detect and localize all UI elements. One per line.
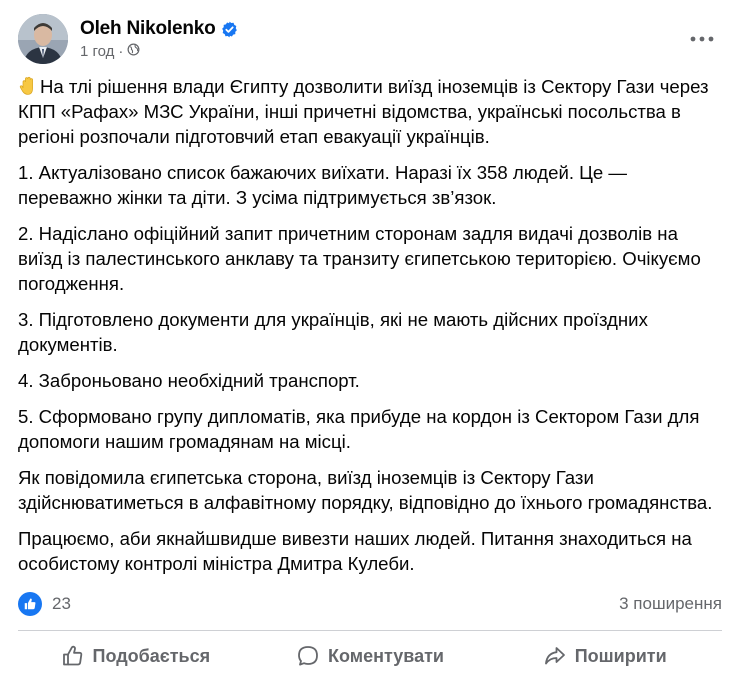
post-paragraph: Як повідомила єгипетська сторона, виїзд …: [18, 467, 713, 513]
post-paragraph: 2. Надіслано офіційний запит причетним с…: [18, 223, 701, 294]
more-options-button[interactable]: [684, 20, 720, 56]
share-button-label: Поширити: [574, 645, 667, 666]
comment-button-label: Коментувати: [328, 645, 444, 666]
like-button[interactable]: Подобається: [18, 636, 253, 676]
verified-badge-icon: [221, 21, 238, 38]
like-button-label: Подобається: [92, 645, 211, 666]
post-header: Oleh Nikolenko 1 год ·: [18, 14, 722, 66]
raised-hand-emoji: [18, 76, 38, 96]
share-icon: [543, 644, 567, 668]
like-reaction-icon[interactable]: [18, 592, 42, 616]
timestamp[interactable]: 1 год: [80, 43, 114, 60]
post-paragraph: 3. Підготовлено документи для українців,…: [18, 309, 648, 355]
post-paragraph: Працюємо, аби якнайшвидше вивезти наших …: [18, 528, 692, 574]
thumbs-up-icon: [61, 644, 85, 668]
more-options-icon: [690, 29, 714, 47]
post-body: На тлі рішення влади Єгипту дозволити ви…: [18, 74, 722, 587]
paragraph-text: На тлі рішення влади Єгипту дозволити ви…: [18, 76, 709, 147]
comment-icon: [296, 644, 320, 668]
facebook-post: Oleh Nikolenko 1 год · На тлі рішення вл…: [0, 0, 740, 678]
globe-icon[interactable]: [127, 43, 140, 60]
comment-button[interactable]: Коментувати: [253, 636, 488, 676]
post-paragraph: 1. Актуалізовано список бажаючих виїхати…: [18, 162, 628, 208]
share-count[interactable]: 3 поширення: [619, 594, 722, 614]
reactions-bar: 23 3 поширення: [18, 590, 722, 618]
post-paragraph: На тлі рішення влади Єгипту дозволити ви…: [18, 74, 722, 149]
action-bar: Подобається Коментувати Поширити: [18, 636, 722, 676]
post-meta: 1 год ·: [80, 43, 140, 60]
separator-dot: ·: [118, 43, 124, 60]
post-paragraph: 4. Заброньовано необхідний транспорт.: [18, 370, 360, 391]
share-button[interactable]: Поширити: [487, 636, 722, 676]
divider: [18, 630, 722, 631]
author-name-row: Oleh Nikolenko: [80, 18, 238, 40]
post-paragraph: 5. Сформовано групу дипломатів, яка приб…: [18, 406, 700, 452]
avatar[interactable]: [18, 14, 68, 64]
reaction-count[interactable]: 23: [52, 594, 71, 614]
author-name[interactable]: Oleh Nikolenko: [80, 18, 216, 40]
